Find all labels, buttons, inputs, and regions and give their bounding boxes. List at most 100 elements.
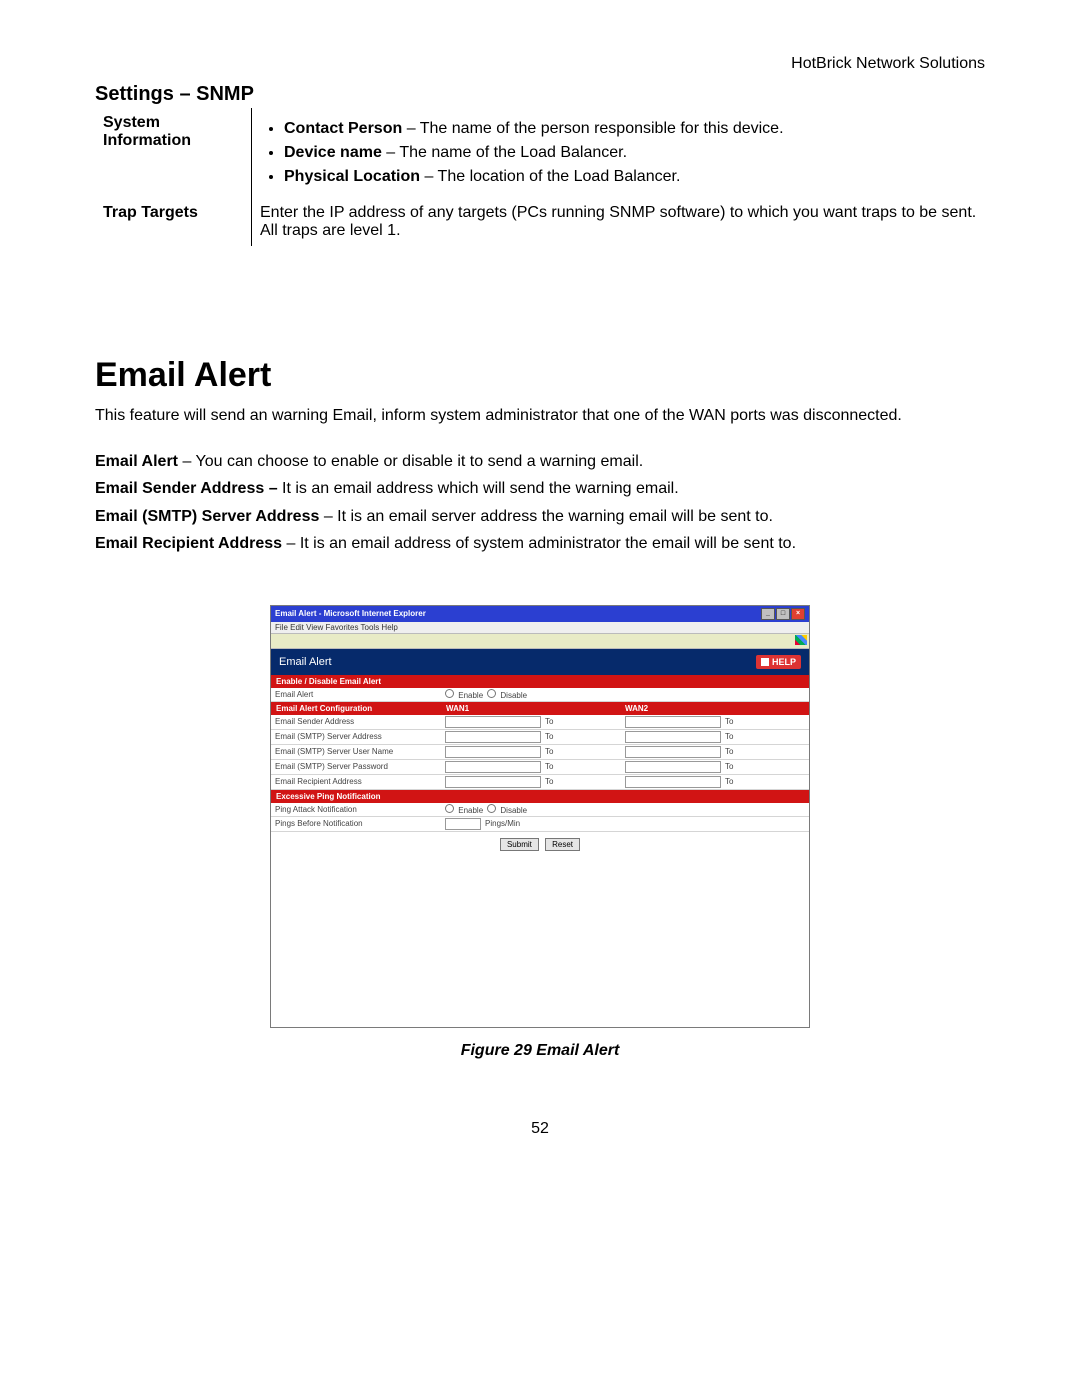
window-title: Email Alert - Microsoft Internet Explore… xyxy=(275,609,426,618)
browser-window: Email Alert - Microsoft Internet Explore… xyxy=(270,605,810,1028)
section-header-config: Email Alert Configuration WAN1 WAN2 xyxy=(271,702,809,715)
wan2-input[interactable] xyxy=(625,776,721,788)
page-number: 52 xyxy=(95,1120,985,1138)
wan2-input[interactable] xyxy=(625,731,721,743)
desc: – You can choose to enable or disable it… xyxy=(178,453,643,470)
minimize-button[interactable]: _ xyxy=(761,608,775,620)
settings-snmp-title: Settings – SNMP xyxy=(95,83,985,106)
wan2-input[interactable] xyxy=(625,746,721,758)
figure-caption: Figure 29 Email Alert xyxy=(270,1042,810,1060)
term: Email Alert xyxy=(95,453,178,470)
ping-unit: Pings/Min xyxy=(485,819,520,828)
page-header-company: HotBrick Network Solutions xyxy=(95,55,985,73)
blank-area xyxy=(271,857,809,1027)
wan2-input[interactable] xyxy=(625,716,721,728)
maximize-button[interactable]: □ xyxy=(776,608,790,620)
to-label: To xyxy=(545,732,553,741)
wan1-input[interactable] xyxy=(445,761,541,773)
desc: – It is an email server address the warn… xyxy=(319,508,773,525)
row-recipient: Email Recipient Address To To xyxy=(271,775,809,790)
to-label: To xyxy=(725,732,733,741)
row-label-system-info: System Information xyxy=(95,108,252,198)
desc: – The name of the person responsible for… xyxy=(402,120,783,137)
enable-label: Enable xyxy=(458,691,483,700)
config-header-text: Email Alert Configuration xyxy=(276,704,446,713)
row-email-alert-enable: Email Alert Enable Disable xyxy=(271,688,809,702)
term: Physical Location xyxy=(284,168,420,185)
to-label: To xyxy=(725,717,733,726)
def-line: Email Recipient Address – It is an email… xyxy=(95,533,985,555)
wan1-header: WAN1 xyxy=(446,704,625,713)
trap-targets-text: Enter the IP address of any targets (PCs… xyxy=(252,198,986,246)
close-button[interactable]: × xyxy=(791,608,805,620)
desc: It is an email address which will send t… xyxy=(278,480,679,497)
help-button[interactable]: HELP xyxy=(756,655,801,669)
def-line: Email Alert – You can choose to enable o… xyxy=(95,451,985,473)
row-label: Email (SMTP) Server User Name xyxy=(275,747,445,756)
to-label: To xyxy=(725,762,733,771)
enable-label: Enable xyxy=(458,806,483,815)
row-label: Pings Before Notification xyxy=(275,819,445,828)
list-item: Contact Person – The name of the person … xyxy=(284,120,977,138)
def-line: Email Sender Address – It is an email ad… xyxy=(95,478,985,500)
system-info-list: Contact Person – The name of the person … xyxy=(260,120,977,186)
panel-title: Email Alert HELP xyxy=(271,649,809,675)
ping-disable-radio[interactable]: Disable xyxy=(487,804,527,815)
row-label-trap-targets: Trap Targets xyxy=(95,198,252,246)
to-label: To xyxy=(725,747,733,756)
screenshot-figure: Email Alert - Microsoft Internet Explore… xyxy=(270,605,810,1060)
button-row: Submit Reset xyxy=(271,832,809,857)
list-item: Physical Location – The location of the … xyxy=(284,168,977,186)
submit-button[interactable]: Submit xyxy=(500,838,539,851)
to-label: To xyxy=(545,777,553,786)
row-smtp-pass: Email (SMTP) Server Password To To xyxy=(271,760,809,775)
row-smtp-user: Email (SMTP) Server User Name To To xyxy=(271,745,809,760)
row-label: Email Alert xyxy=(275,690,445,699)
wan1-input[interactable] xyxy=(445,746,541,758)
row-label: Email (SMTP) Server Address xyxy=(275,732,445,741)
reset-button[interactable]: Reset xyxy=(545,838,580,851)
to-label: To xyxy=(725,777,733,786)
desc: – It is an email address of system admin… xyxy=(282,535,796,552)
to-label: To xyxy=(545,762,553,771)
row-pings-before: Pings Before Notification Pings/Min xyxy=(271,817,809,832)
browser-menubar[interactable]: File Edit View Favorites Tools Help xyxy=(271,622,809,633)
term: Contact Person xyxy=(284,120,402,137)
term: Email Sender Address – xyxy=(95,480,278,497)
row-sender-address: Email Sender Address To To xyxy=(271,715,809,730)
disable-label: Disable xyxy=(500,691,527,700)
disable-radio[interactable]: Disable xyxy=(487,689,527,700)
def-line: Email (SMTP) Server Address – It is an e… xyxy=(95,506,985,528)
desc: – The location of the Load Balancer. xyxy=(420,168,680,185)
term: Device name xyxy=(284,144,382,161)
panel-title-text: Email Alert xyxy=(279,656,332,668)
row-label: Ping Attack Notification xyxy=(275,805,445,814)
wan1-input[interactable] xyxy=(445,716,541,728)
ie-logo-icon xyxy=(795,635,807,645)
email-alert-intro: This feature will send an warning Email,… xyxy=(95,405,985,427)
row-label: Email Recipient Address xyxy=(275,777,445,786)
row-label: Email (SMTP) Server Password xyxy=(275,762,445,771)
enable-radio[interactable]: Enable xyxy=(445,689,483,700)
disable-label: Disable xyxy=(500,806,527,815)
ping-enable-radio[interactable]: Enable xyxy=(445,804,483,815)
browser-titlebar: Email Alert - Microsoft Internet Explore… xyxy=(271,606,809,622)
term: Email (SMTP) Server Address xyxy=(95,508,319,525)
desc: – The name of the Load Balancer. xyxy=(382,144,627,161)
to-label: To xyxy=(545,717,553,726)
wan1-input[interactable] xyxy=(445,731,541,743)
wan2-header: WAN2 xyxy=(625,704,804,713)
term: Email Recipient Address xyxy=(95,535,282,552)
to-label: To xyxy=(545,747,553,756)
row-smtp-server: Email (SMTP) Server Address To To xyxy=(271,730,809,745)
list-item: Device name – The name of the Load Balan… xyxy=(284,144,977,162)
settings-snmp-table: System Information Contact Person – The … xyxy=(95,108,985,246)
wan2-input[interactable] xyxy=(625,761,721,773)
wan1-input[interactable] xyxy=(445,776,541,788)
browser-toolbar xyxy=(271,633,809,649)
section-header-enable: Enable / Disable Email Alert xyxy=(271,675,809,688)
row-label: Email Sender Address xyxy=(275,717,445,726)
window-buttons: _ □ × xyxy=(761,608,805,620)
pings-input[interactable] xyxy=(445,818,481,830)
row-ping-attack: Ping Attack Notification Enable Disable xyxy=(271,803,809,817)
